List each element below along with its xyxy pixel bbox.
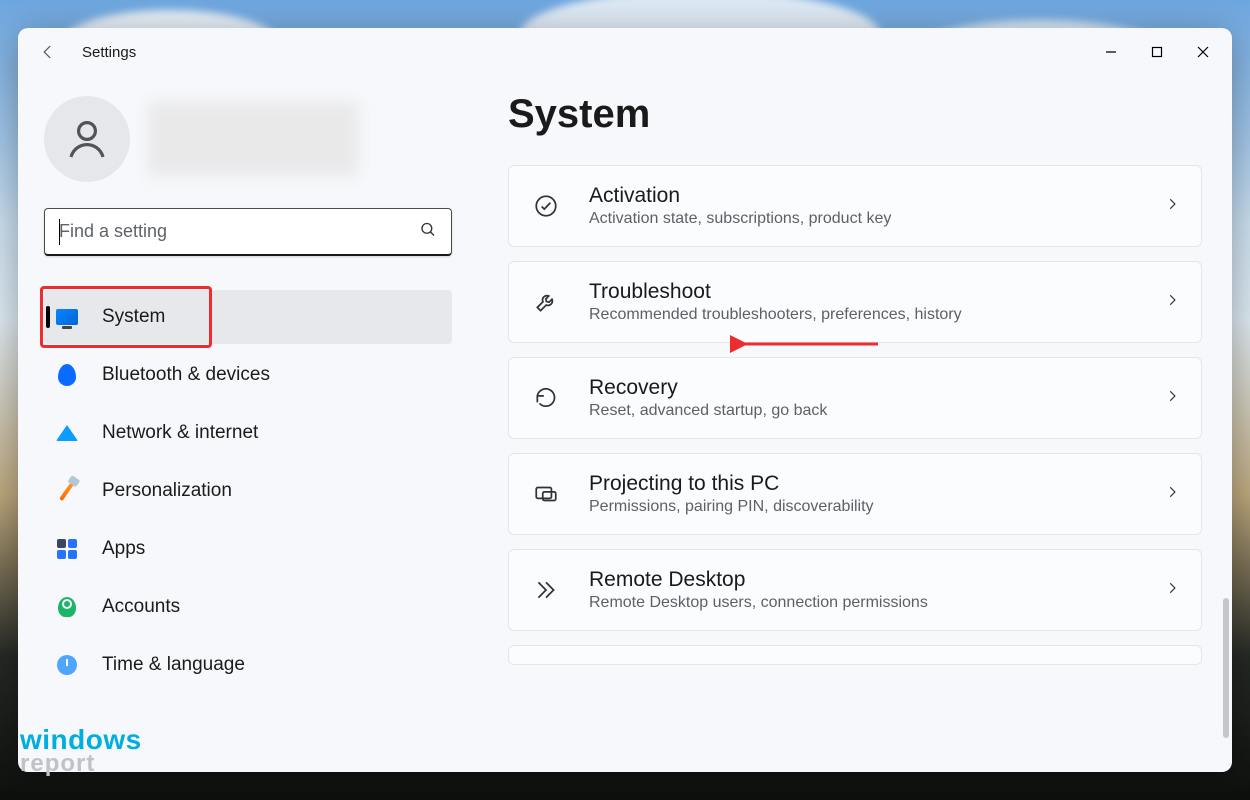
card-title: Recovery (589, 376, 827, 400)
search-box[interactable] (44, 208, 452, 256)
chevron-right-icon (1165, 293, 1179, 312)
checkmark-circle-icon (531, 193, 561, 219)
sidebar-item-time-language[interactable]: Time & language (44, 638, 452, 692)
close-button[interactable] (1180, 32, 1226, 72)
back-button[interactable] (32, 36, 64, 68)
content-area: System Activation Activation state, subs… (470, 76, 1232, 772)
wrench-icon (531, 289, 561, 315)
sidebar-item-apps[interactable]: Apps (44, 522, 452, 576)
person-icon (54, 597, 80, 617)
sidebar-item-system[interactable]: System (44, 290, 452, 344)
remote-desktop-icon (531, 577, 561, 603)
chevron-right-icon (1165, 485, 1179, 504)
scrollbar-thumb[interactable] (1223, 598, 1229, 738)
sidebar-item-label: System (102, 306, 165, 328)
system-icon (54, 309, 80, 325)
minimize-button[interactable] (1088, 32, 1134, 72)
sidebar-item-label: Apps (102, 538, 145, 560)
recovery-icon (531, 385, 561, 411)
card-title: Remote Desktop (589, 568, 928, 592)
card-title: Projecting to this PC (589, 472, 874, 496)
user-profile[interactable] (44, 96, 452, 182)
title-bar: Settings (18, 28, 1232, 76)
bluetooth-icon (54, 364, 80, 386)
card-subtitle: Activation state, subscriptions, product… (589, 210, 891, 228)
search-icon (419, 220, 437, 243)
project-icon (531, 481, 561, 507)
avatar (44, 96, 130, 182)
card-subtitle: Permissions, pairing PIN, discoverabilit… (589, 498, 874, 516)
clock-globe-icon (54, 655, 80, 675)
sidebar-item-label: Personalization (102, 480, 232, 502)
sidebar-item-label: Time & language (102, 654, 245, 676)
sidebar-item-personalization[interactable]: Personalization (44, 464, 452, 518)
card-activation[interactable]: Activation Activation state, subscriptio… (508, 165, 1202, 247)
sidebar-item-label: Bluetooth & devices (102, 364, 270, 386)
card-subtitle: Reset, advanced startup, go back (589, 402, 827, 420)
sidebar-item-label: Network & internet (102, 422, 258, 444)
card-partial-next[interactable] (508, 645, 1202, 665)
card-title: Troubleshoot (589, 280, 962, 304)
settings-window: Settings (18, 28, 1232, 772)
sidebar: System Bluetooth & devices Network & int… (18, 76, 470, 772)
sidebar-item-network-internet[interactable]: Network & internet (44, 406, 452, 460)
card-subtitle: Recommended troubleshooters, preferences… (589, 306, 962, 324)
sidebar-item-bluetooth-devices[interactable]: Bluetooth & devices (44, 348, 452, 402)
search-input[interactable] (59, 221, 405, 242)
sidebar-item-label: Accounts (102, 596, 180, 618)
card-title: Activation (589, 184, 891, 208)
wifi-icon (54, 425, 80, 441)
chevron-right-icon (1165, 581, 1179, 600)
chevron-right-icon (1165, 197, 1179, 216)
chevron-right-icon (1165, 389, 1179, 408)
text-cursor (59, 219, 60, 245)
card-remote-desktop[interactable]: Remote Desktop Remote Desktop users, con… (508, 549, 1202, 631)
page-title: System (508, 92, 1202, 137)
sidebar-item-accounts[interactable]: Accounts (44, 580, 452, 634)
sidebar-nav: System Bluetooth & devices Network & int… (44, 290, 452, 692)
paintbrush-icon (54, 480, 80, 502)
card-projecting[interactable]: Projecting to this PC Permissions, pairi… (508, 453, 1202, 535)
window-title: Settings (82, 44, 136, 61)
card-subtitle: Remote Desktop users, connection permiss… (589, 594, 928, 612)
user-name-redacted (148, 102, 358, 176)
maximize-button[interactable] (1134, 32, 1180, 72)
card-recovery[interactable]: Recovery Reset, advanced startup, go bac… (508, 357, 1202, 439)
apps-icon (54, 539, 80, 559)
card-troubleshoot[interactable]: Troubleshoot Recommended troubleshooters… (508, 261, 1202, 343)
